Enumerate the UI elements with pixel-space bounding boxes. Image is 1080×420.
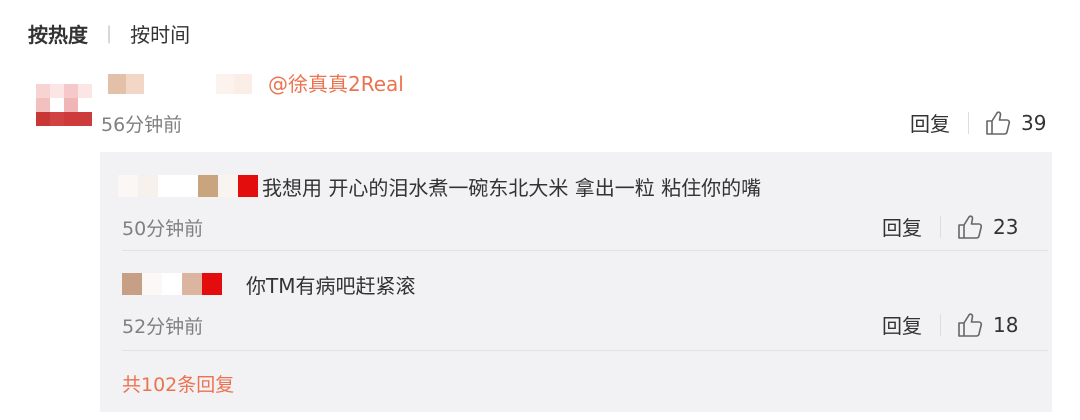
reply-username-blurred[interactable] — [122, 272, 222, 296]
blur-pixel — [180, 74, 198, 94]
sort-bar: 按热度 | 按时间 — [28, 18, 190, 48]
avatar-pixel — [50, 70, 64, 84]
blur-pixel — [216, 74, 234, 94]
total-replies-link[interactable]: 共102条回复 — [122, 370, 234, 397]
avatar-pixel — [36, 112, 50, 126]
blur-pixel — [218, 175, 238, 197]
reply-divider — [122, 250, 1048, 251]
blur-pixel — [158, 175, 178, 197]
sort-by-time-tab[interactable]: 按时间 — [130, 19, 190, 48]
avatar[interactable] — [36, 70, 92, 126]
reply-actions: 回复 18 — [882, 310, 1018, 339]
blur-pixel — [202, 273, 222, 295]
thumbs-up-icon[interactable] — [985, 110, 1011, 136]
avatar-pixel — [36, 84, 50, 98]
avatar-pixel — [50, 98, 64, 112]
blur-pixel — [234, 74, 252, 94]
reply-divider — [122, 350, 1048, 351]
blur-pixel — [138, 175, 158, 197]
reply-text: 我想用 开心的泪水煮一碗东北大米 拿出一粒 粘住你的嘴 — [262, 176, 762, 200]
blur-pixel — [122, 273, 142, 295]
username-blurred[interactable] — [108, 74, 252, 94]
avatar-pixel — [78, 112, 92, 126]
blur-pixel — [162, 273, 182, 295]
thumbs-up-icon[interactable] — [957, 214, 983, 240]
reply-button[interactable]: 回复 — [882, 310, 922, 339]
blur-pixel — [178, 175, 198, 197]
avatar-pixel — [64, 98, 78, 112]
avatar-pixel — [36, 98, 50, 112]
mention-link[interactable]: @徐真真2Real — [268, 68, 404, 97]
avatar-pixel — [50, 112, 64, 126]
blur-pixel — [144, 74, 162, 94]
blur-pixel — [142, 273, 162, 295]
reply-panel: 我想用 开心的泪水煮一碗东北大米 拿出一粒 粘住你的嘴 50分钟前 回复 23 … — [100, 152, 1052, 412]
avatar-pixel — [64, 84, 78, 98]
avatar-pixel — [78, 84, 92, 98]
main-comment: @徐真真2Real 56分钟前 回复 39 — [36, 68, 1056, 137]
avatar-pixel — [64, 70, 78, 84]
blur-pixel — [182, 273, 202, 295]
action-separator — [940, 215, 941, 238]
avatar-pixel — [64, 112, 78, 126]
reply-button[interactable]: 回复 — [882, 212, 922, 241]
sort-by-hot-tab[interactable]: 按热度 — [28, 19, 88, 48]
reply-username-blurred[interactable] — [118, 174, 258, 198]
avatar-pixel — [36, 70, 50, 84]
reply-text: 你TM有病吧赶紧滚 — [246, 274, 416, 298]
action-separator — [940, 313, 941, 336]
blur-pixel — [162, 74, 180, 94]
sort-separator: | — [106, 22, 113, 44]
like-count: 18 — [993, 312, 1019, 337]
blur-pixel — [198, 175, 218, 197]
reply-actions: 回复 23 — [882, 212, 1018, 241]
reply-time: 52分钟前 — [122, 316, 204, 338]
avatar-pixel — [50, 84, 64, 98]
reply-button[interactable]: 回复 — [910, 108, 950, 137]
like-count: 39 — [1021, 110, 1047, 135]
comment-time: 56分钟前 — [101, 114, 183, 136]
reply-time: 50分钟前 — [122, 218, 204, 240]
action-separator — [968, 111, 969, 134]
avatar-pixel — [78, 70, 92, 84]
thumbs-up-icon[interactable] — [957, 312, 983, 338]
blur-pixel — [108, 74, 126, 94]
avatar-pixel — [78, 98, 92, 112]
like-count: 23 — [993, 214, 1019, 239]
comment-actions: 回复 39 — [910, 108, 1046, 137]
blur-pixel — [118, 175, 138, 197]
blur-pixel — [238, 175, 258, 197]
blur-pixel — [126, 74, 144, 94]
blur-pixel — [198, 74, 216, 94]
